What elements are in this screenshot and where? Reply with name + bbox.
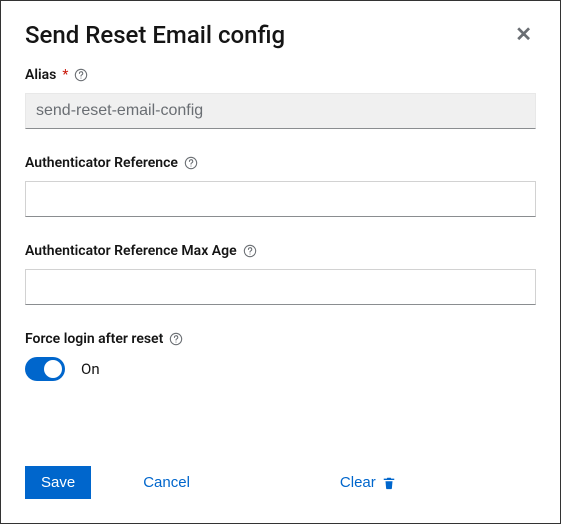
help-icon[interactable] [74, 68, 88, 82]
alias-input [25, 93, 536, 129]
modal-title: Send Reset Email config [25, 21, 285, 49]
alias-field-group: Alias * [25, 67, 536, 129]
trash-icon [382, 476, 396, 490]
alias-label: Alias [25, 67, 56, 83]
help-icon[interactable] [243, 244, 257, 258]
save-button[interactable]: Save [25, 466, 91, 499]
close-icon: ✕ [515, 24, 532, 46]
required-indicator: * [62, 67, 68, 83]
force-login-toggle[interactable] [25, 357, 65, 381]
cancel-button[interactable]: Cancel [127, 466, 206, 499]
help-icon[interactable] [169, 332, 183, 346]
auth-ref-max-age-field-group: Authenticator Reference Max Age [25, 243, 536, 305]
toggle-knob [44, 360, 62, 378]
force-login-field-group: Force login after reset On [25, 331, 536, 381]
auth-ref-max-age-input[interactable] [25, 269, 536, 305]
force-login-state-label: On [81, 360, 100, 378]
auth-ref-input[interactable] [25, 181, 536, 217]
auth-ref-max-age-label: Authenticator Reference Max Age [25, 243, 237, 259]
help-icon[interactable] [184, 156, 198, 170]
auth-ref-label: Authenticator Reference [25, 155, 178, 171]
close-button[interactable]: ✕ [511, 21, 536, 49]
auth-ref-field-group: Authenticator Reference [25, 155, 536, 217]
force-login-label: Force login after reset [25, 331, 163, 347]
clear-button[interactable]: Clear [324, 466, 412, 499]
clear-button-label: Clear [340, 474, 376, 491]
